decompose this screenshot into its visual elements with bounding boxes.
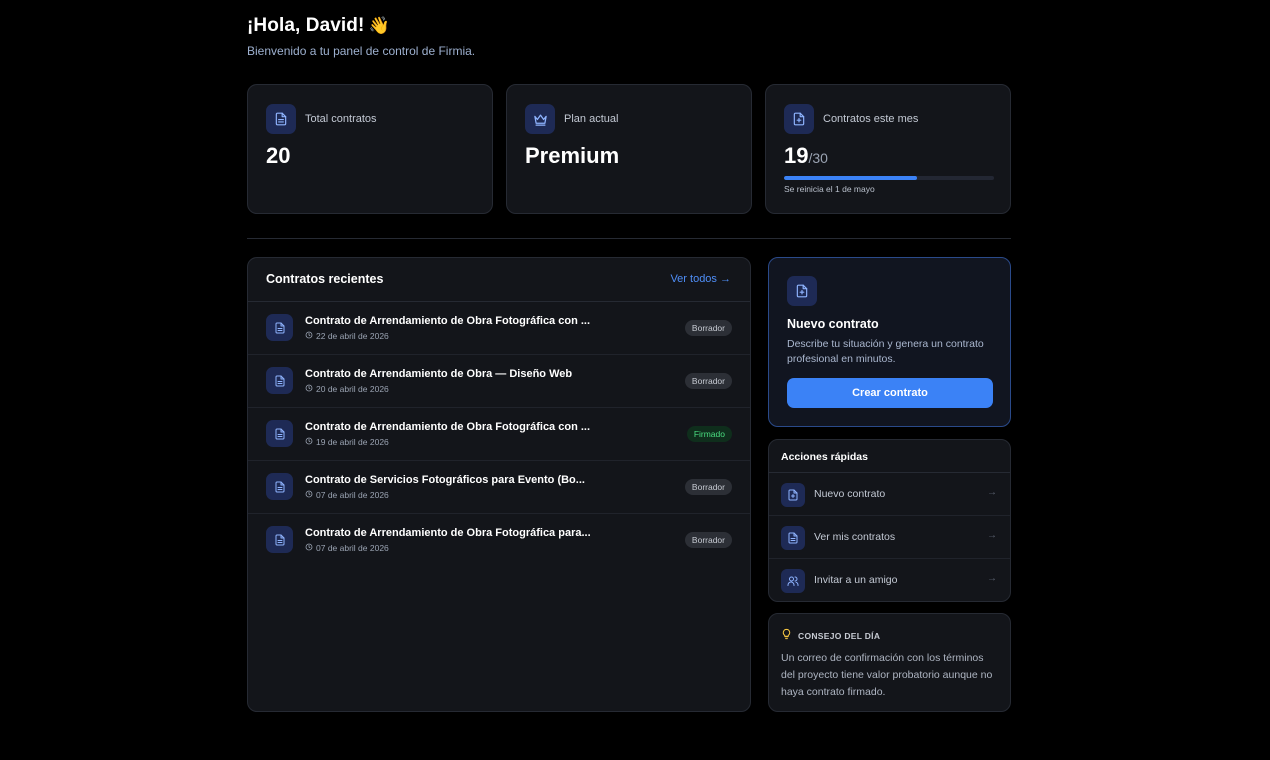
reset-note: Se reinicia el 1 de mayo	[784, 184, 875, 194]
stat-card-plan: Plan actual Premium	[506, 84, 752, 214]
stat-label: Total contratos	[305, 113, 377, 125]
contract-row[interactable]: Contrato de Arrendamiento de Obra Fotogr…	[248, 408, 750, 461]
lightbulb-icon	[781, 627, 792, 645]
document-icon	[266, 314, 293, 341]
document-icon	[781, 526, 805, 550]
stat-label: Plan actual	[564, 113, 619, 125]
see-all-link[interactable]: Ver todos →	[670, 273, 731, 285]
stat-card-total: Total contratos 20	[247, 84, 493, 214]
arrow-right-icon: →	[987, 573, 997, 584]
quick-action-label: Ver mis contratos	[814, 531, 896, 543]
contract-title: Contrato de Arrendamiento de Obra Fotogr…	[305, 421, 591, 433]
clock-icon	[305, 437, 313, 447]
document-icon	[266, 473, 293, 500]
status-badge: Borrador	[684, 532, 732, 548]
usage-progress-bar	[784, 176, 994, 180]
contract-title: Contrato de Arrendamiento de Obra Fotogr…	[305, 315, 591, 327]
stat-card-month: Contratos este mes 19/30 Se reinicia el …	[765, 84, 1011, 214]
quick-actions-title: Acciones rápidas	[781, 451, 868, 463]
contract-date-text: 22 de abril de 2026	[316, 331, 389, 341]
greeting-text: ¡Hola, David!	[247, 15, 365, 36]
clock-icon	[305, 543, 313, 553]
wave-emoji: 👋	[368, 16, 390, 35]
contract-date: 19 de abril de 2026	[305, 437, 389, 447]
document-icon	[266, 420, 293, 447]
recent-contracts-header: Contratos recientes Ver todos →	[248, 258, 750, 302]
contract-date: 22 de abril de 2026	[305, 331, 389, 341]
quick-action-view-contracts[interactable]: Ver mis contratos →	[769, 516, 1010, 559]
contract-row[interactable]: Contrato de Arrendamiento de Obra Fotogr…	[248, 302, 750, 355]
contract-title: Contrato de Servicios Fotográficos para …	[305, 474, 585, 486]
contract-title: Contrato de Arrendamiento de Obra Fotogr…	[305, 527, 591, 539]
tip-header: CONSEJO DEL DÍA	[781, 627, 880, 645]
create-contract-button[interactable]: Crear contrato	[787, 378, 993, 408]
new-contract-card: Nuevo contrato Describe tu situación y g…	[768, 257, 1011, 427]
status-badge: Borrador	[684, 479, 732, 495]
contract-date-text: 20 de abril de 2026	[316, 384, 389, 394]
status-badge: Borrador	[684, 373, 732, 389]
clock-icon	[305, 384, 313, 394]
stat-label: Contratos este mes	[823, 113, 919, 125]
new-contract-description: Describe tu situación y genera un contra…	[787, 338, 984, 365]
new-contract-title: Nuevo contrato	[787, 317, 879, 331]
contract-date-text: 07 de abril de 2026	[316, 490, 389, 500]
usage-progress-fill	[784, 176, 917, 180]
users-icon	[781, 569, 805, 593]
contract-row[interactable]: Contrato de Arrendamiento de Obra Fotogr…	[248, 514, 750, 567]
document-plus-icon	[781, 483, 805, 507]
quick-action-label: Nuevo contrato	[814, 488, 886, 500]
tip-of-the-day-card: CONSEJO DEL DÍA Un correo de confirmació…	[768, 613, 1011, 712]
stat-value: 20	[266, 143, 291, 168]
crown-icon	[525, 104, 555, 134]
contract-date-text: 19 de abril de 2026	[316, 437, 389, 447]
stat-value: Premium	[525, 143, 620, 168]
contract-date: 20 de abril de 2026	[305, 384, 389, 394]
document-icon	[266, 526, 293, 553]
document-plus-icon	[787, 276, 817, 306]
clock-icon	[305, 331, 313, 341]
arrow-right-icon: →	[987, 530, 997, 541]
contract-row[interactable]: Contrato de Servicios Fotográficos para …	[248, 461, 750, 514]
page-title: ¡Hola, David! 👋	[247, 15, 390, 37]
quick-action-new-contract[interactable]: Nuevo contrato →	[769, 473, 1010, 516]
status-badge: Firmado	[686, 426, 732, 442]
quick-actions-header: Acciones rápidas	[769, 440, 1010, 473]
tip-body: Un correo de confirmación con los términ…	[781, 652, 993, 698]
quick-action-invite-friend[interactable]: Invitar a un amigo →	[769, 559, 1010, 601]
contract-title: Contrato de Arrendamiento de Obra — Dise…	[305, 368, 573, 380]
page-subtitle: Bienvenido a tu panel de control de Firm…	[247, 44, 476, 58]
divider	[247, 238, 1011, 239]
recent-contracts-title: Contratos recientes	[266, 272, 384, 286]
recent-contracts-list: Contrato de Arrendamiento de Obra Fotogr…	[248, 302, 750, 567]
contract-row[interactable]: Contrato de Arrendamiento de Obra — Dise…	[248, 355, 750, 408]
contract-date: 07 de abril de 2026	[305, 543, 389, 553]
document-plus-icon	[784, 104, 814, 134]
contract-date-text: 07 de abril de 2026	[316, 543, 389, 553]
status-badge: Borrador	[684, 320, 732, 336]
stat-value: 19/30	[784, 143, 828, 169]
clock-icon	[305, 490, 313, 500]
month-count: 19	[784, 143, 809, 168]
tip-title: CONSEJO DEL DÍA	[798, 631, 881, 641]
document-icon	[266, 367, 293, 394]
month-limit: /30	[808, 150, 828, 166]
quick-actions-panel: Acciones rápidas Nuevo contrato → Ver mi…	[768, 439, 1011, 602]
quick-action-label: Invitar a un amigo	[814, 574, 898, 586]
arrow-right-icon: →	[987, 487, 997, 498]
recent-contracts-panel: Contratos recientes Ver todos → Contrato…	[247, 257, 751, 712]
document-icon	[266, 104, 296, 134]
contract-date: 07 de abril de 2026	[305, 490, 389, 500]
